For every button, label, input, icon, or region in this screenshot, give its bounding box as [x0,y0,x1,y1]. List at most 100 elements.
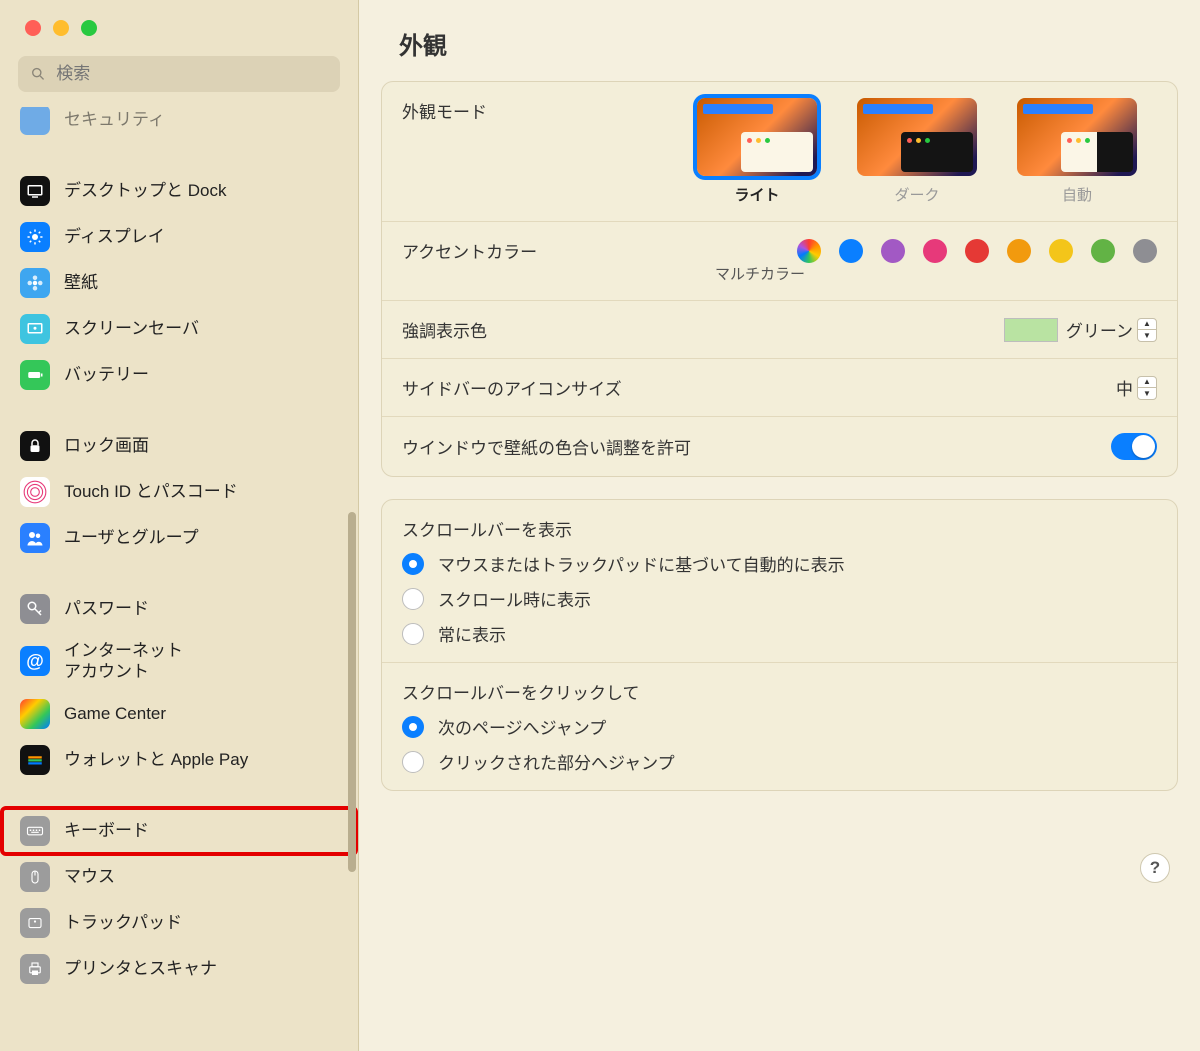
radio-bullet-icon [402,751,424,773]
highlight-color-dropdown[interactable]: ▲▼ [1137,318,1157,342]
sidebar-item-trackpad[interactable]: トラックパッド [10,900,348,946]
sidebar-item-label: セキュリティ [64,109,165,130]
radio-bullet-icon [402,623,424,645]
wallpaper-tinting-label: ウインドウで壁紙の色合い調整を許可 [402,434,1111,459]
minimize-window-button[interactable] [53,20,69,36]
sidebar-item-touchid[interactable]: Touch ID とパスコード [10,469,348,515]
sidebar-icon-size-value: 中 [1116,375,1133,400]
shield-icon [20,107,50,135]
sidebar-item-label: トラックパッド [64,912,182,933]
scrollbar-thumb[interactable] [348,512,356,872]
sidebar-item-label: 壁紙 [64,272,98,293]
scrollbar-radio-always[interactable]: 常に表示 [402,621,845,646]
close-window-button[interactable] [25,20,41,36]
show-scrollbars-label: スクロールバーを表示 [402,516,572,541]
accent-red[interactable] [965,239,989,263]
sidebar-item-internet-accounts[interactable]: @ インターネット アカウント [10,632,348,691]
accent-selected-label: マルチカラー [715,263,805,284]
flower-icon [20,268,50,298]
appearance-preview-dark [857,98,977,176]
zoom-window-button[interactable] [81,20,97,36]
sidebar-item-label: Game Center [64,703,166,724]
battery-icon [20,360,50,390]
radio-label: マウスまたはトラックパッドに基づいて自動的に表示 [438,551,845,576]
desktop-icon [20,176,50,206]
accent-color-picker [797,239,1157,263]
sidebar-item-label: ウォレットと Apple Pay [64,749,248,770]
sidebar-icon-size-label: サイドバーのアイコンサイズ [402,375,1116,400]
accent-yellow[interactable] [1049,239,1073,263]
wallpaper-tinting-toggle[interactable] [1111,433,1157,460]
sidebar-item-keyboard[interactable]: キーボード [2,808,356,854]
screensaver-icon [20,314,50,344]
radio-bullet-icon [402,553,424,575]
sidebar-item-label: インターネット アカウント [64,640,183,683]
at-icon: @ [20,646,50,676]
window-controls [0,0,358,36]
brightness-icon [20,222,50,252]
sidebar-item-passwords[interactable]: パスワード [10,586,348,632]
accent-multicolor[interactable] [797,239,821,263]
sidebar-item-battery[interactable]: バッテリー [10,352,348,398]
highlight-color-label: 強調表示色 [402,317,1004,342]
sidebar-item-printers[interactable]: プリンタとスキャナ [10,946,348,992]
sidebar-item-screensaver[interactable]: スクリーンセーバ [10,306,348,352]
sidebar-item-display[interactable]: ディスプレイ [10,214,348,260]
show-scrollbars-radio-group: マウスまたはトラックパッドに基づいて自動的に表示 スクロール時に表示 常に表示 [402,551,845,646]
click-scrollbar-label: スクロールバーをクリックして [402,679,640,704]
wallet-icon [20,745,50,775]
search-field[interactable] [18,56,340,92]
scrollbar-click-radio-jump[interactable]: クリックされた部分へジャンプ [402,749,675,774]
sidebar-item-label: スクリーンセーバ [64,318,199,339]
scrollbar-click-radio-next-page[interactable]: 次のページへジャンプ [402,714,675,739]
accent-orange[interactable] [1007,239,1031,263]
help-button[interactable]: ? [1140,853,1170,883]
appearance-option-dark[interactable]: ダーク [857,98,977,205]
accent-graphite[interactable] [1133,239,1157,263]
radio-bullet-icon [402,716,424,738]
sidebar-item-security[interactable]: セキュリティ [10,107,348,143]
accent-purple[interactable] [881,239,905,263]
highlight-color-swatch [1004,318,1058,342]
trackpad-icon [20,908,50,938]
sidebar-item-users[interactable]: ユーザとグループ [10,515,348,561]
sidebar-item-lockscreen[interactable]: ロック画面 [10,423,348,469]
sidebar-item-wallet[interactable]: ウォレットと Apple Pay [10,737,348,783]
printer-icon [20,954,50,984]
radio-label: クリックされた部分へジャンプ [438,749,675,774]
accent-green[interactable] [1091,239,1115,263]
sidebar-item-label: プリンタとスキャナ [64,958,217,979]
radio-label: スクロール時に表示 [438,586,591,611]
gamecenter-icon [20,699,50,729]
click-scrollbar-radio-group: 次のページへジャンプ クリックされた部分へジャンプ [402,714,675,774]
scrollbar-radio-scrolling[interactable]: スクロール時に表示 [402,586,845,611]
sidebar-item-label: バッテリー [64,364,149,385]
appearance-option-label: ダーク [894,184,939,205]
appearance-option-auto[interactable]: 自動 [1017,98,1137,205]
sidebar-icon-size-dropdown[interactable]: ▲▼ [1137,376,1157,400]
radio-label: 常に表示 [438,621,506,646]
sidebar: セキュリティ デスクトップと Dock ディスプレイ 壁紙 スクリーンセーバ バ… [0,0,359,1051]
accent-pink[interactable] [923,239,947,263]
scrollbar-radio-auto[interactable]: マウスまたはトラックパッドに基づいて自動的に表示 [402,551,845,576]
appearance-option-label: 自動 [1062,184,1092,205]
sidebar-item-mouse[interactable]: マウス [10,854,348,900]
main-content: 外観 外観モード ライト ダーク 自動 [359,0,1200,1051]
appearance-mode-label: 外観モード [402,98,697,123]
appearance-option-light[interactable]: ライト [697,98,817,205]
chevron-up-icon: ▲ [1138,319,1156,331]
sidebar-item-label: デスクトップと Dock [64,180,226,201]
radio-bullet-icon [402,588,424,610]
users-icon [20,523,50,553]
sidebar-item-label: ユーザとグループ [64,527,199,548]
sidebar-item-label: Touch ID とパスコード [64,481,238,502]
fingerprint-icon [20,477,50,507]
search-input[interactable] [54,63,328,85]
sidebar-item-desktop-dock[interactable]: デスクトップと Dock [10,168,348,214]
appearance-card: 外観モード ライト ダーク 自動 [381,81,1178,477]
accent-blue[interactable] [839,239,863,263]
sidebar-item-gamecenter[interactable]: Game Center [10,691,348,737]
sidebar-item-wallpaper[interactable]: 壁紙 [10,260,348,306]
chevron-up-icon: ▲ [1138,377,1156,389]
key-icon [20,594,50,624]
